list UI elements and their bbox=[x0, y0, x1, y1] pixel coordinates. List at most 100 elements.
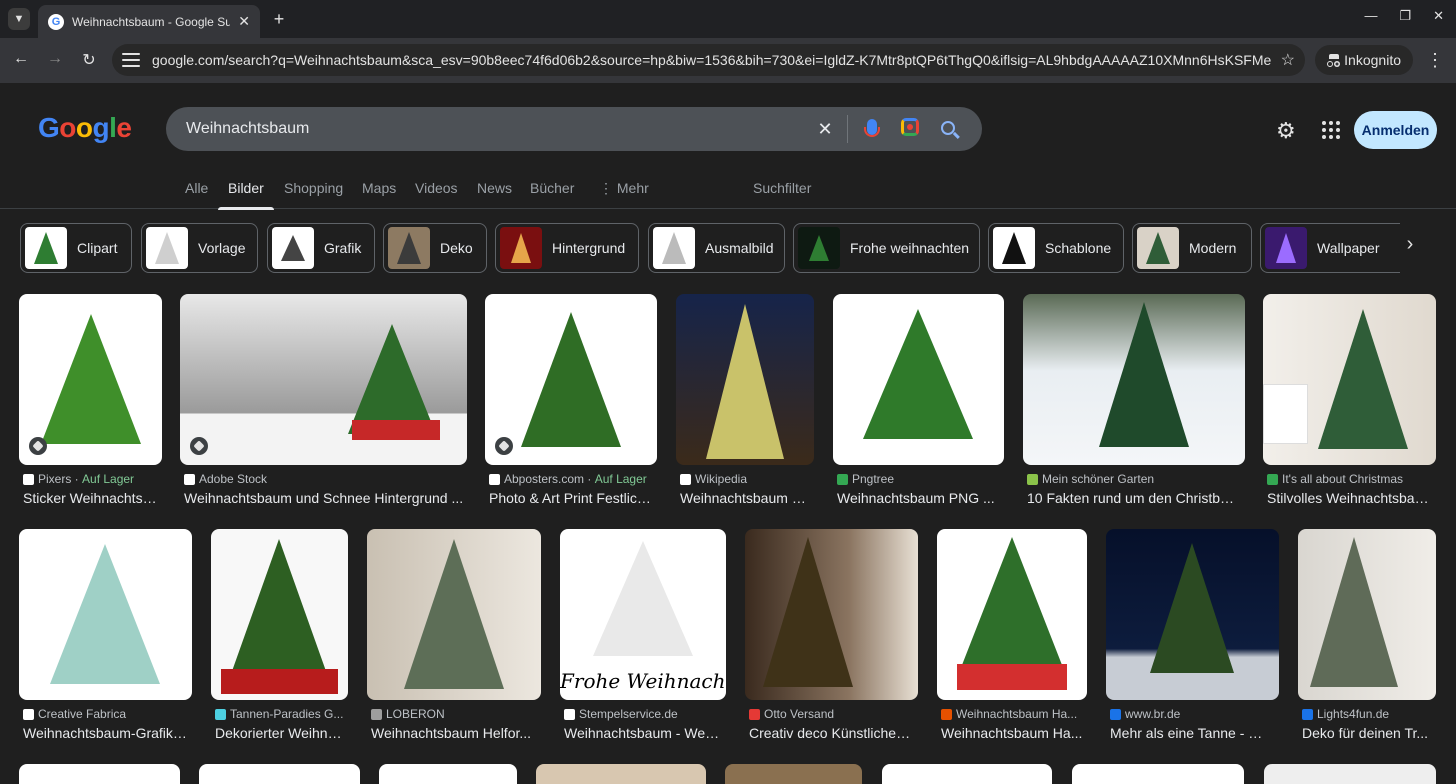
image-result[interactable]: Pixers · Auf Lager Sticker Weihnachtsbau… bbox=[19, 294, 162, 509]
chip-wallpaper[interactable]: Wallpaper bbox=[1260, 223, 1400, 273]
result-title[interactable]: Sticker Weihnachtsbaum bbox=[23, 490, 161, 506]
clear-icon[interactable]: ✕ bbox=[811, 119, 839, 140]
image-result-peek[interactable] bbox=[199, 764, 360, 784]
image-result[interactable]: Tannen-Paradies G... Dekorierter Weihnac… bbox=[211, 529, 348, 744]
chip-vorlage[interactable]: Vorlage bbox=[141, 223, 258, 273]
image-result[interactable]: Mein schöner Garten 10 Fakten rund um de… bbox=[1023, 294, 1245, 509]
result-image[interactable] bbox=[1263, 294, 1436, 465]
result-image[interactable] bbox=[180, 294, 467, 465]
address-bar[interactable]: google.com/search?q=Weihnachtsbaum&sca_e… bbox=[112, 44, 1305, 76]
microphone-icon[interactable] bbox=[858, 118, 886, 140]
image-result-peek[interactable] bbox=[725, 764, 862, 784]
chip-schablone[interactable]: Schablone bbox=[988, 223, 1124, 273]
result-title[interactable]: Photo & Art Print Festliche ... bbox=[489, 490, 655, 506]
result-image[interactable]: Frohe Weihnachten bbox=[560, 529, 726, 700]
result-title[interactable]: Weihnachtsbaum - Weihnachten bbox=[564, 725, 722, 741]
chip-frohe-weihnachten[interactable]: Frohe weihnachten bbox=[793, 223, 980, 273]
new-tab-button[interactable]: + bbox=[268, 8, 290, 30]
image-result[interactable]: Abposters.com · Auf Lager Photo & Art Pr… bbox=[485, 294, 657, 509]
result-title[interactable]: Deko für deinen Tr... bbox=[1302, 725, 1432, 741]
search-box[interactable]: Weihnachtsbaum ✕ bbox=[166, 107, 982, 151]
tab-news[interactable]: News bbox=[477, 180, 512, 196]
chip-modern[interactable]: Modern bbox=[1132, 223, 1252, 273]
chip-ausmalbild[interactable]: Ausmalbild bbox=[648, 223, 785, 273]
tab-shopping[interactable]: Shopping bbox=[284, 180, 343, 196]
image-result[interactable]: Otto Versand Creativ deco Künstlicher ..… bbox=[745, 529, 918, 744]
reload-icon[interactable]: ↻ bbox=[78, 50, 100, 70]
result-title[interactable]: Weihnachtsbaum PNG ... bbox=[837, 490, 997, 506]
result-image[interactable] bbox=[676, 294, 814, 465]
image-result[interactable]: Adobe Stock Weihnachtsbaum und Schnee Hi… bbox=[180, 294, 467, 509]
tab-alle[interactable]: Alle bbox=[185, 180, 208, 196]
result-image[interactable] bbox=[211, 529, 348, 700]
settings-gear-icon[interactable]: ⚙ bbox=[1276, 118, 1296, 144]
search-input[interactable]: Weihnachtsbaum bbox=[186, 120, 801, 138]
result-image[interactable] bbox=[745, 529, 918, 700]
chips-next-arrow-icon[interactable]: › bbox=[1398, 233, 1422, 263]
minimize-icon[interactable]: — bbox=[1364, 8, 1377, 24]
result-image[interactable] bbox=[19, 294, 162, 465]
result-image[interactable] bbox=[1023, 294, 1245, 465]
image-result[interactable]: Pngtree Weihnachtsbaum PNG ... bbox=[833, 294, 1004, 509]
image-result[interactable]: Wikipedia Weihnachtsbaum – ... bbox=[676, 294, 814, 509]
search-icon[interactable] bbox=[934, 119, 962, 140]
tab-search-button[interactable]: ▼ bbox=[8, 8, 30, 30]
result-image[interactable] bbox=[19, 529, 192, 700]
chip-hintergrund[interactable]: Hintergrund bbox=[495, 223, 639, 273]
image-result[interactable]: Lights4fun.de Deko für deinen Tr... bbox=[1298, 529, 1436, 744]
result-title[interactable]: Creativ deco Künstlicher ... bbox=[749, 725, 914, 741]
result-title[interactable]: Dekorierter Weihnachtsbaum bbox=[215, 725, 345, 741]
result-title[interactable]: Weihnachtsbaum und Schnee Hintergrund ..… bbox=[184, 490, 467, 506]
browser-menu-icon[interactable]: ⋮ bbox=[1426, 51, 1444, 69]
site-info-icon[interactable] bbox=[122, 53, 140, 67]
result-title[interactable]: Weihnachtsbaum Ha... bbox=[941, 725, 1083, 741]
url-text[interactable]: google.com/search?q=Weihnachtsbaum&sca_e… bbox=[152, 52, 1271, 68]
chip-deko[interactable]: Deko bbox=[383, 223, 487, 273]
tab-buecher[interactable]: Bücher bbox=[530, 180, 574, 196]
result-title[interactable]: 10 Fakten rund um den Christbaum bbox=[1027, 490, 1237, 506]
result-source: Pngtree bbox=[837, 472, 1004, 486]
image-result[interactable]: LOBERON Weihnachtsbaum Helfor... bbox=[367, 529, 541, 744]
result-image[interactable] bbox=[1298, 529, 1436, 700]
google-lens-icon[interactable] bbox=[896, 117, 924, 141]
apps-grid-icon[interactable] bbox=[1322, 121, 1340, 139]
image-result[interactable]: It's all about Christmas Stilvolles Weih… bbox=[1263, 294, 1436, 509]
result-title[interactable]: Stilvolles Weihnachtsbaum ... bbox=[1267, 490, 1432, 506]
image-result-peek[interactable] bbox=[882, 764, 1052, 784]
image-result-peek[interactable] bbox=[379, 764, 517, 784]
image-result-peek[interactable] bbox=[1072, 764, 1244, 784]
image-result[interactable]: Weihnachtsbaum Ha... Weihnachtsbaum Ha..… bbox=[937, 529, 1087, 744]
result-title[interactable]: Weihnachtsbaum – ... bbox=[680, 490, 812, 506]
restore-icon[interactable]: ❐ bbox=[1399, 8, 1411, 24]
close-window-icon[interactable]: ✕ bbox=[1433, 8, 1444, 24]
result-image[interactable] bbox=[485, 294, 657, 465]
tab-bilder[interactable]: Bilder bbox=[218, 180, 274, 210]
google-logo[interactable]: Google bbox=[38, 112, 132, 144]
signin-button[interactable]: Anmelden bbox=[1354, 111, 1437, 149]
result-title[interactable]: Mehr als eine Tanne - Wi... bbox=[1110, 725, 1275, 741]
result-image[interactable] bbox=[367, 529, 541, 700]
image-result-peek[interactable] bbox=[19, 764, 180, 784]
bookmark-star-icon[interactable]: ☆ bbox=[1281, 50, 1295, 70]
image-result[interactable]: www.br.de Mehr als eine Tanne - Wi... bbox=[1106, 529, 1279, 744]
search-filter-button[interactable]: Suchfilter bbox=[753, 180, 811, 196]
result-image[interactable] bbox=[1106, 529, 1279, 700]
result-title[interactable]: Weihnachtsbaum Helfor... bbox=[371, 725, 536, 741]
result-title[interactable]: Weihnachtsbaum-Grafik ... bbox=[23, 725, 188, 741]
back-arrow-icon[interactable]: ← bbox=[10, 50, 32, 68]
image-result[interactable]: Creative Fabrica Weihnachtsbaum-Grafik .… bbox=[19, 529, 192, 744]
active-tab[interactable]: G Weihnachtsbaum - Google Suche ✕ bbox=[38, 5, 260, 38]
image-result-peek[interactable] bbox=[536, 764, 706, 784]
result-image[interactable] bbox=[937, 529, 1087, 700]
chip-grafik[interactable]: Grafik bbox=[267, 223, 375, 273]
tab-videos[interactable]: Videos bbox=[415, 180, 458, 196]
chip-clipart[interactable]: Clipart bbox=[20, 223, 132, 273]
forward-arrow-icon[interactable]: → bbox=[44, 50, 66, 68]
tab-close-icon[interactable]: ✕ bbox=[238, 13, 250, 30]
image-result-peek[interactable] bbox=[1264, 764, 1436, 784]
image-result[interactable]: Frohe Weihnachten Stempelservice.de Weih… bbox=[560, 529, 726, 744]
tab-maps[interactable]: Maps bbox=[362, 180, 396, 196]
incognito-indicator[interactable]: Inkognito bbox=[1315, 45, 1413, 75]
tab-mehr[interactable]: ⋮ Mehr bbox=[599, 180, 649, 197]
result-image[interactable] bbox=[833, 294, 1004, 465]
